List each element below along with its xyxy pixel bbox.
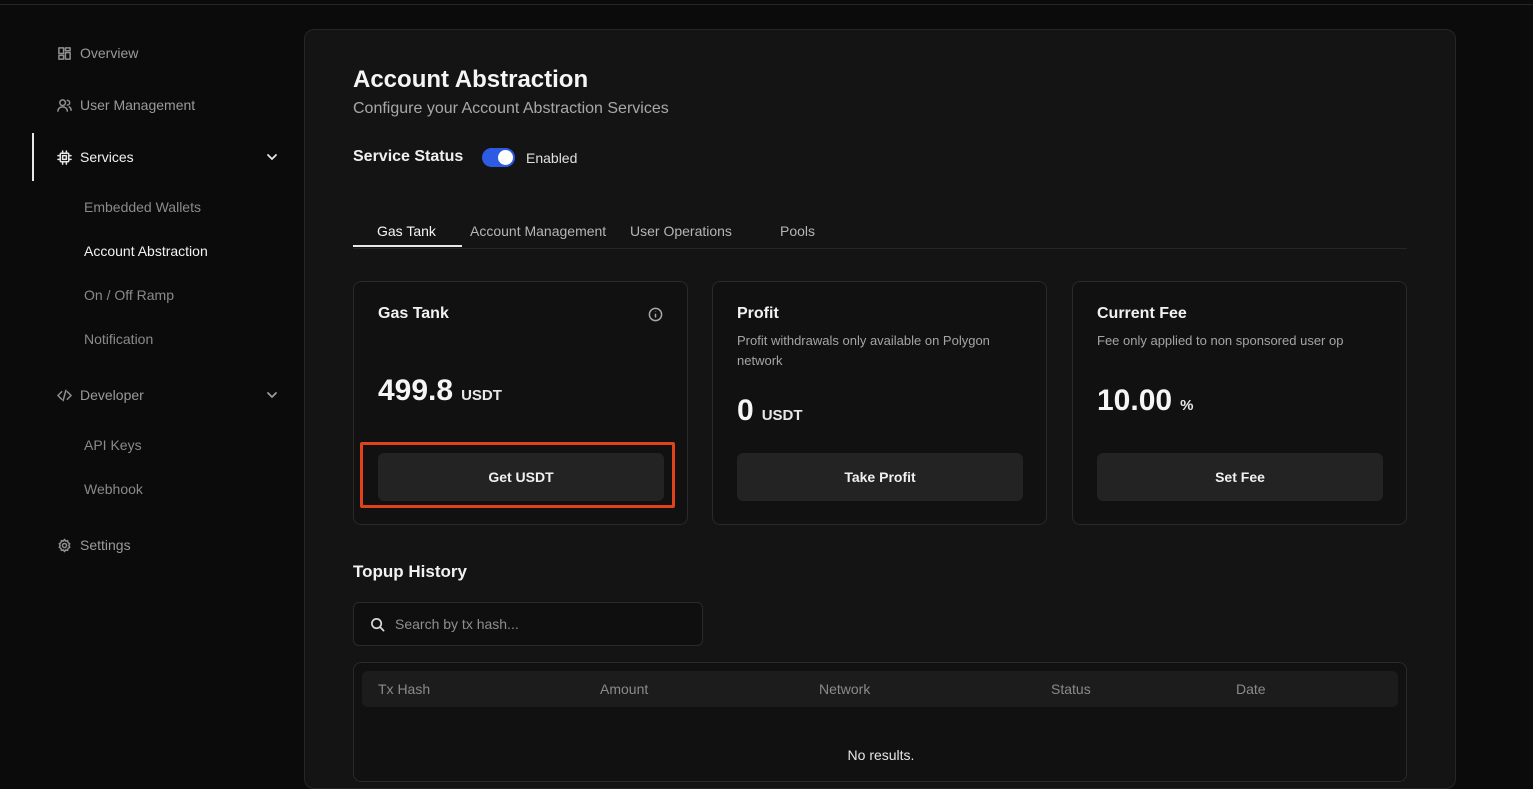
profit-unit: USDT xyxy=(761,407,803,424)
search-input[interactable] xyxy=(395,616,685,632)
card-description: Fee only applied to non sponsored user o… xyxy=(1097,333,1344,348)
grid-icon xyxy=(56,45,72,61)
sidebar-item-label: Settings xyxy=(80,537,131,553)
topup-history-table: Tx Hash Amount Network Status Date No re… xyxy=(353,662,1407,782)
gas-tank-value: 499.8 xyxy=(378,374,454,407)
sidebar-item-webhook[interactable]: Webhook xyxy=(84,479,143,499)
sidebar-item-user-management[interactable]: User Management xyxy=(56,93,195,117)
sidebar-item-label: Overview xyxy=(80,45,139,61)
column-header-tx-hash[interactable]: Tx Hash xyxy=(378,681,430,697)
search-icon xyxy=(371,617,385,631)
service-status-label: Service Status xyxy=(353,148,464,165)
code-icon xyxy=(56,387,72,403)
fee-value: 10.00 xyxy=(1097,384,1173,417)
topup-history-title: Topup History xyxy=(353,562,467,581)
tab-pools[interactable]: Pools xyxy=(780,223,815,239)
info-icon[interactable] xyxy=(648,307,663,322)
gas-tank-unit: USDT xyxy=(461,387,502,404)
take-profit-button[interactable]: Take Profit xyxy=(737,453,1023,501)
active-indicator xyxy=(32,133,34,181)
tab-gas-tank[interactable]: Gas Tank xyxy=(377,223,436,239)
profit-card: Profit Profit withdrawals only available… xyxy=(712,281,1047,525)
chip-icon xyxy=(56,149,72,165)
empty-state: No results. xyxy=(847,747,915,763)
profit-value: 0 xyxy=(737,394,754,427)
sidebar: Overview User Management Services Embedd… xyxy=(0,0,300,771)
card-title: Gas Tank xyxy=(378,305,449,322)
gas-tank-balance: 499.8 USDT xyxy=(378,374,502,408)
service-status-value: Enabled xyxy=(526,150,578,166)
sidebar-item-embedded-wallets[interactable]: Embedded Wallets xyxy=(84,197,201,217)
profit-balance: 0 USDT xyxy=(737,394,803,428)
search-box xyxy=(353,602,703,646)
sidebar-item-account-abstraction[interactable]: Account Abstraction xyxy=(84,241,208,261)
sidebar-item-api-keys[interactable]: API Keys xyxy=(84,435,142,455)
sidebar-item-settings[interactable]: Settings xyxy=(56,533,131,557)
fee-unit: % xyxy=(1180,397,1194,414)
service-status-toggle[interactable] xyxy=(482,148,515,167)
sidebar-item-services[interactable]: Services xyxy=(56,145,134,169)
card-title: Profit xyxy=(737,305,779,322)
users-icon xyxy=(56,97,72,113)
sidebar-item-developer[interactable]: Developer xyxy=(56,383,144,407)
column-header-date[interactable]: Date xyxy=(1236,681,1266,697)
card-description: Profit withdrawals only available on Pol… xyxy=(737,333,990,368)
set-fee-button[interactable]: Set Fee xyxy=(1097,453,1383,501)
sidebar-item-label: Services xyxy=(80,149,134,165)
current-fee-card: Current Fee Fee only applied to non spon… xyxy=(1072,281,1407,525)
sidebar-item-label: User Management xyxy=(80,97,196,113)
fee-value-group: 10.00 % xyxy=(1097,384,1193,418)
chevron-down-icon[interactable] xyxy=(265,150,279,164)
page-title: Account Abstraction xyxy=(353,66,589,93)
column-header-network[interactable]: Network xyxy=(819,681,870,697)
card-title: Current Fee xyxy=(1097,305,1187,322)
page-subtitle: Configure your Account Abstraction Servi… xyxy=(353,100,669,117)
chevron-down-icon[interactable] xyxy=(265,388,279,402)
sidebar-item-label: Developer xyxy=(80,387,144,403)
gear-icon xyxy=(56,537,72,553)
table-header: Tx Hash Amount Network Status Date xyxy=(362,671,1398,707)
tab-account-management[interactable]: Account Management xyxy=(470,223,606,239)
column-header-amount[interactable]: Amount xyxy=(600,681,648,697)
column-header-status[interactable]: Status xyxy=(1051,681,1091,697)
active-tab-underline xyxy=(353,245,462,247)
tab-user-operations[interactable]: User Operations xyxy=(630,223,732,239)
sidebar-item-on-off-ramp[interactable]: On / Off Ramp xyxy=(84,285,174,305)
sidebar-item-overview[interactable]: Overview xyxy=(56,41,138,65)
sidebar-item-notification[interactable]: Notification xyxy=(84,329,153,349)
highlight-box xyxy=(360,442,675,508)
toggle-knob xyxy=(498,150,513,165)
tabs-divider xyxy=(353,248,1407,249)
